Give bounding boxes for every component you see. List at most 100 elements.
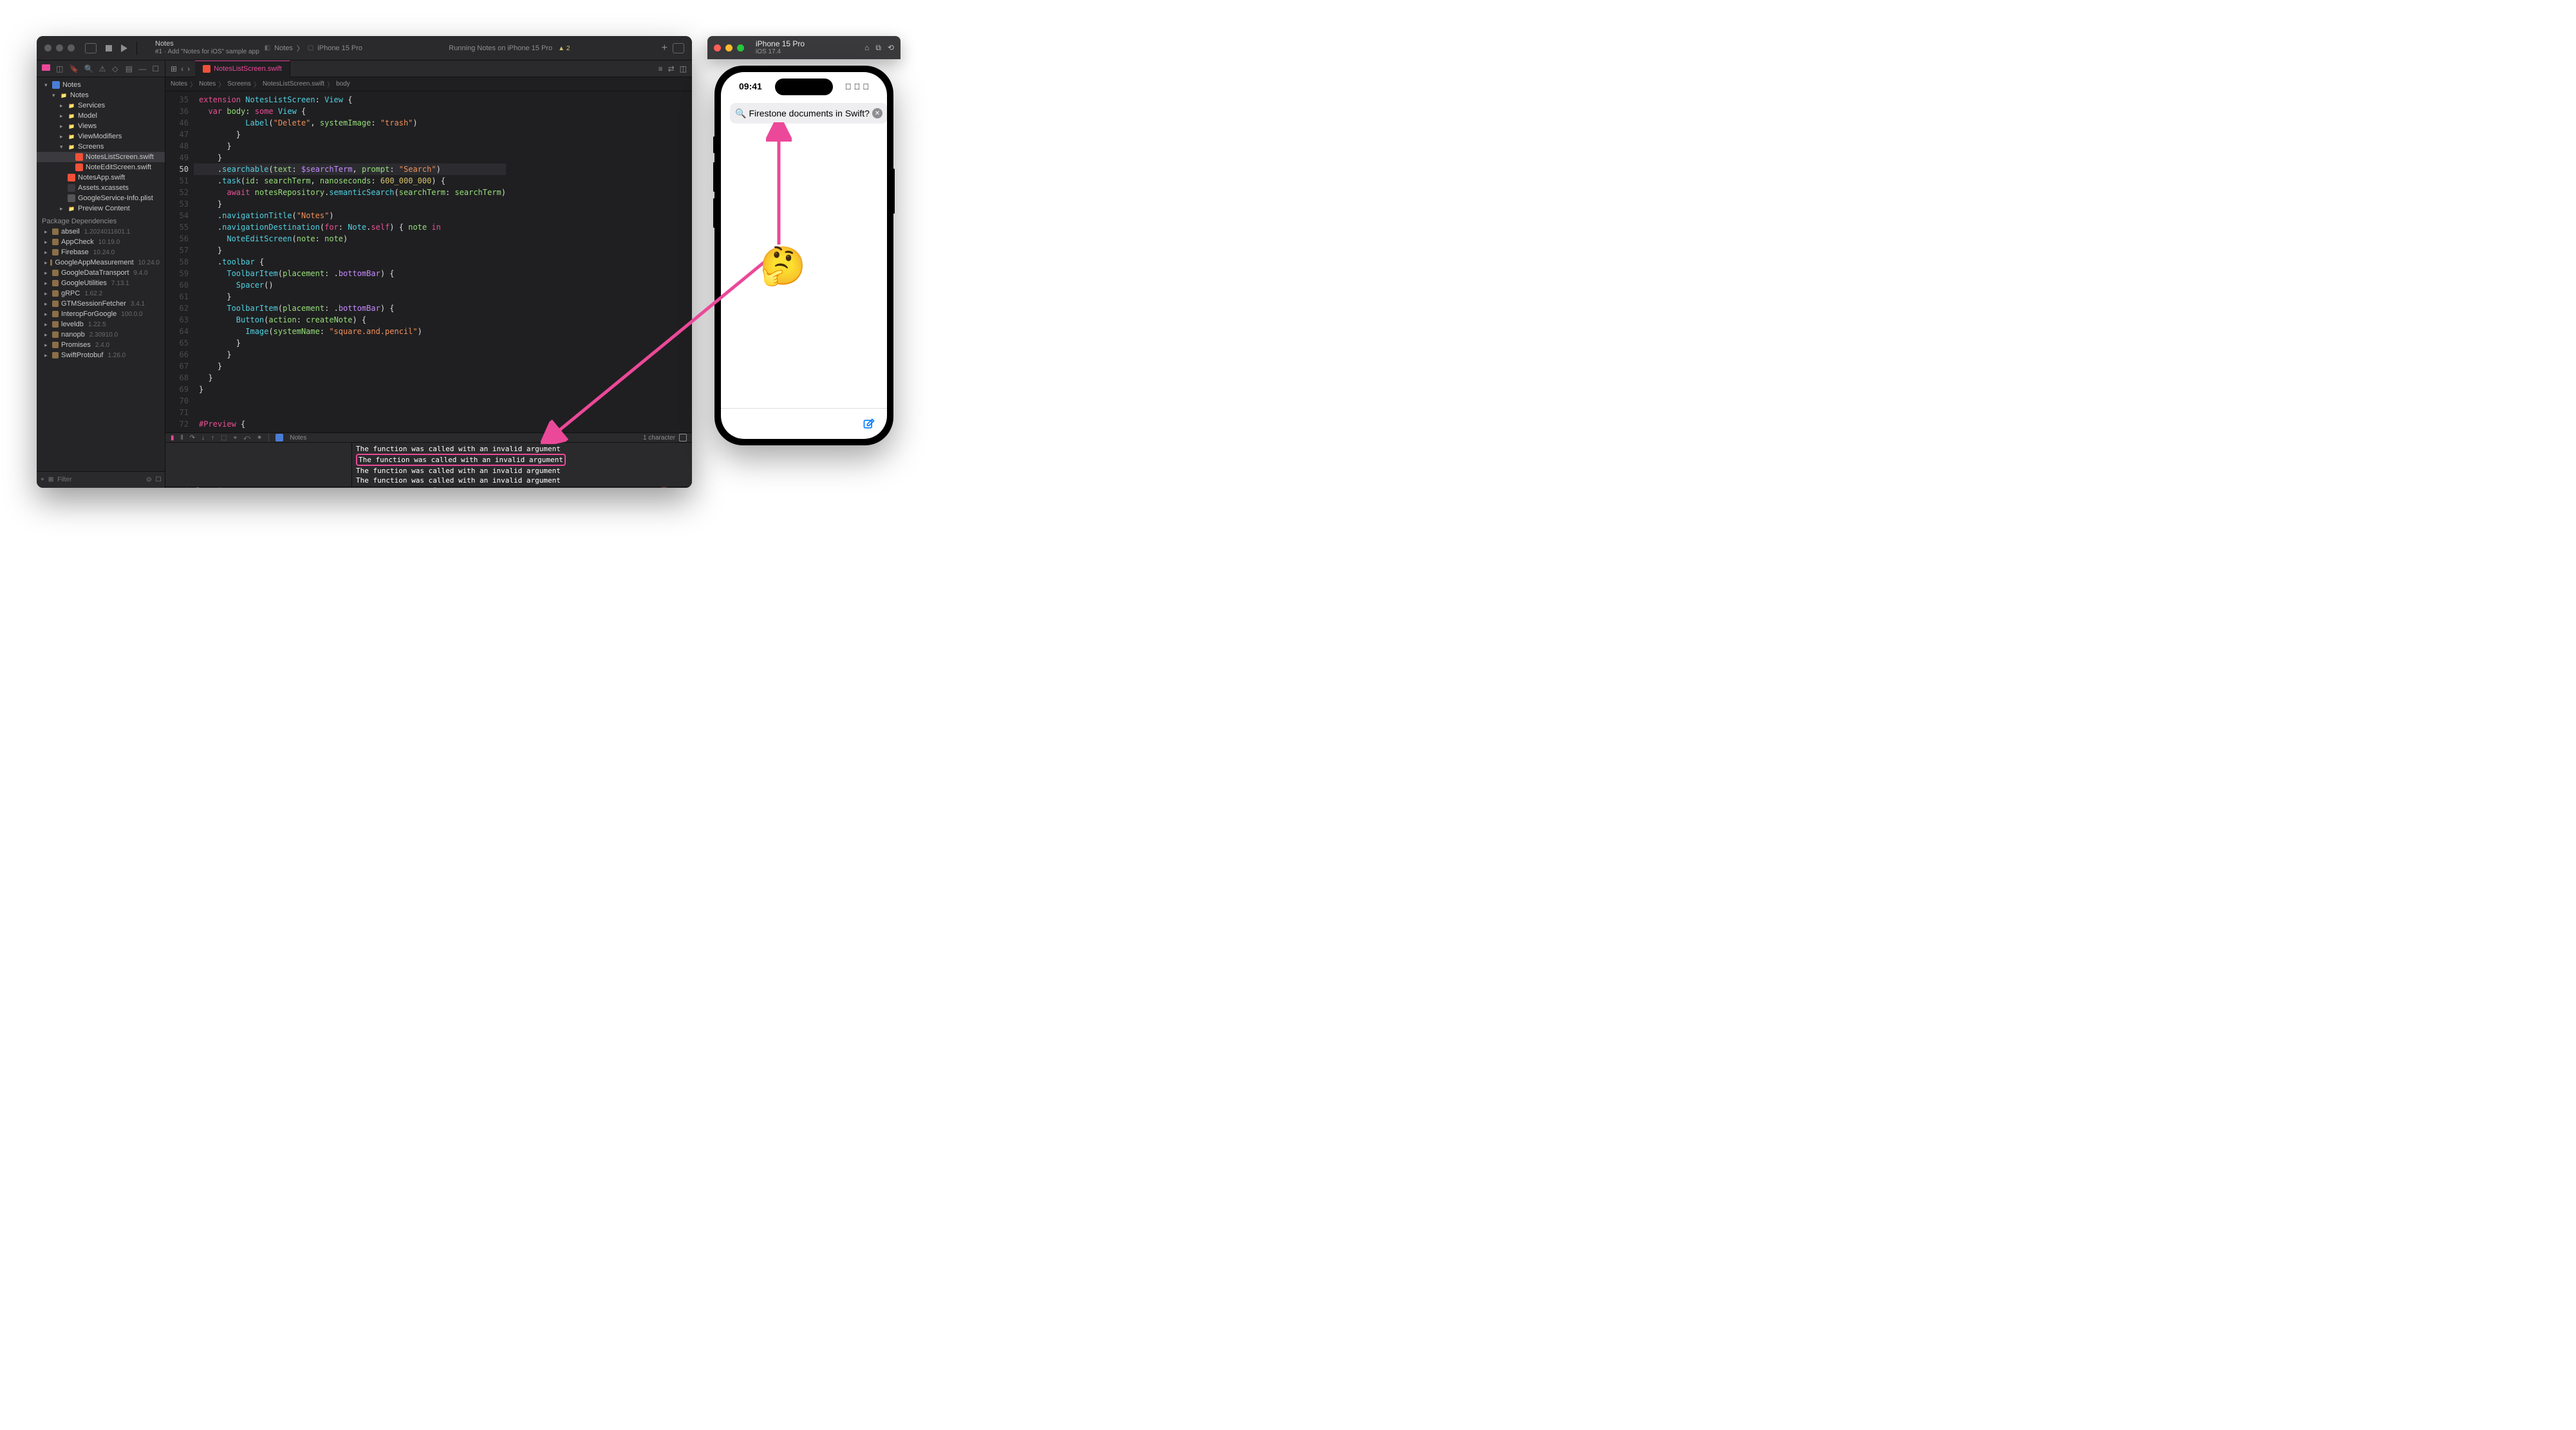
- tree-row[interactable]: ▸📁Preview Content: [37, 203, 165, 214]
- package-row[interactable]: ▸Promises2.4.0: [37, 340, 165, 350]
- console-filter[interactable]: [460, 487, 657, 488]
- console-output[interactable]: The function was called with an invalid …: [352, 443, 692, 487]
- close-icon[interactable]: [714, 44, 721, 51]
- step-into-icon[interactable]: ↓: [201, 434, 205, 441]
- search-field[interactable]: 🔍 Firestone documents in Swift? ✕: [730, 103, 887, 124]
- tree-row[interactable]: Assets.xcassets: [37, 183, 165, 193]
- view-debug-icon[interactable]: ⬚: [221, 434, 227, 441]
- jump-bar[interactable]: Notes〉Notes〉Screens〉NotesListScreen.swif…: [165, 77, 692, 91]
- tree-row[interactable]: ▸📁ViewModifiers: [37, 131, 165, 142]
- tab-menu-icon[interactable]: ⊞: [171, 64, 177, 73]
- bookmark-nav-icon[interactable]: 🔖: [70, 64, 79, 73]
- step-over-icon[interactable]: ↷: [190, 434, 195, 441]
- package-row[interactable]: ▸SwiftProtobuf1.26.0: [37, 350, 165, 360]
- variables-view[interactable]: [165, 443, 352, 487]
- navigator-tabs[interactable]: ◫ 🔖 🔍 ⚠ ◇ ▤ — ☐: [37, 60, 165, 77]
- tree-row[interactable]: GoogleService-Info.plist: [37, 193, 165, 203]
- source-control-nav-icon[interactable]: ◫: [56, 64, 64, 73]
- split-editor-icon[interactable]: ◫: [680, 64, 687, 73]
- code-body[interactable]: extension NotesListScreen: View { var bo…: [194, 91, 506, 432]
- debug-target[interactable]: Notes: [290, 434, 306, 441]
- nav-back-icon[interactable]: ‹: [181, 64, 183, 73]
- clear-icon[interactable]: ✕: [872, 108, 882, 118]
- package-row[interactable]: ▸GoogleUtilities7.13.1: [37, 278, 165, 288]
- simulate-location-icon[interactable]: ⤺: [243, 434, 250, 441]
- tree-row[interactable]: NoteEditScreen.swift: [37, 162, 165, 172]
- rotate-icon[interactable]: ⟲: [888, 43, 894, 53]
- adjust-editor-icon[interactable]: ⇄: [668, 64, 675, 73]
- breakpoint-toggle-icon[interactable]: ▮: [171, 434, 174, 441]
- editor-tab[interactable]: NotesListScreen.swift: [195, 60, 290, 77]
- tree-row[interactable]: ▾📁Screens: [37, 142, 165, 152]
- minimize-icon[interactable]: [725, 44, 733, 51]
- results-list[interactable]: [721, 129, 887, 408]
- iphone-screen[interactable]: 09:41 􀙇 􀙈 􀛨 🔍 Firestone documents in Swi…: [721, 72, 887, 439]
- issue-nav-icon[interactable]: ⚠: [99, 64, 107, 73]
- breadcrumb-item[interactable]: Notes: [171, 80, 187, 88]
- breadcrumb-item[interactable]: Notes: [199, 80, 216, 88]
- home-icon[interactable]: ⌂: [864, 43, 869, 53]
- file-tree[interactable]: ▾Notes▾📁Notes▸📁Services▸📁Model▸📁Views▸📁V…: [37, 77, 165, 471]
- run-destination[interactable]: ◧ Notes 〉 ▢ iPhone 15 Pro: [265, 43, 362, 53]
- minimize-icon[interactable]: [56, 44, 63, 51]
- package-icon: [52, 228, 59, 235]
- swift-icon: [68, 174, 75, 181]
- filter-scope-icon[interactable]: ⊙: [146, 476, 151, 483]
- tree-label: NotesListScreen.swift: [86, 153, 154, 161]
- tree-row[interactable]: NotesListScreen.swift: [37, 152, 165, 162]
- package-icon: [52, 249, 59, 255]
- environment-overrides-icon[interactable]: ✶: [257, 434, 262, 441]
- debug-nav-icon[interactable]: ▤: [126, 64, 133, 73]
- breadcrumb-item[interactable]: NotesListScreen.swift: [263, 80, 324, 88]
- tree-row[interactable]: ▸📁Services: [37, 100, 165, 111]
- screenshot-icon[interactable]: ⧉: [875, 43, 881, 53]
- zoom-icon[interactable]: [68, 44, 75, 51]
- find-nav-icon[interactable]: 🔍: [84, 64, 93, 73]
- step-out-icon[interactable]: ↑: [211, 434, 214, 441]
- zoom-icon[interactable]: [737, 44, 744, 51]
- tree-row[interactable]: ▾Notes: [37, 80, 165, 90]
- nav-forward-icon[interactable]: ›: [187, 64, 190, 73]
- package-row[interactable]: ▸GoogleDataTransport9.4.0: [37, 268, 165, 278]
- pause-icon[interactable]: ‖: [181, 434, 183, 441]
- package-row[interactable]: ▸abseil1.2024011601.1: [37, 227, 165, 237]
- project-nav-icon[interactable]: [42, 64, 50, 73]
- report-nav-icon[interactable]: ☐: [152, 64, 160, 73]
- package-row[interactable]: ▸GTMSessionFetcher3.4.1: [37, 299, 165, 309]
- tree-row[interactable]: ▾📁Notes: [37, 90, 165, 100]
- breadcrumb-item[interactable]: Screens: [227, 80, 251, 88]
- variables-filter[interactable]: [215, 487, 427, 488]
- auto-scope[interactable]: Auto ⌃: [169, 487, 190, 488]
- tree-row[interactable]: ▸📁Model: [37, 111, 165, 121]
- editor-options-icon[interactable]: ≡: [658, 64, 663, 73]
- breadcrumb-item[interactable]: body: [336, 80, 350, 88]
- navigator-filter[interactable]: [57, 476, 142, 483]
- library-icon[interactable]: [673, 43, 684, 53]
- scheme-selector[interactable]: Notes #1 · Add "Notes for iOS" sample ap…: [155, 40, 259, 56]
- memory-graph-icon[interactable]: ⌖: [234, 434, 238, 441]
- compose-icon[interactable]: [863, 418, 875, 431]
- add-file-icon[interactable]: +: [41, 476, 44, 483]
- sim-traffic-lights[interactable]: [714, 44, 744, 51]
- package-row[interactable]: ▸nanopb2.30910.0: [37, 330, 165, 340]
- clear-console-icon[interactable]: 🗑: [660, 487, 668, 488]
- test-nav-icon[interactable]: ◇: [112, 64, 120, 73]
- traffic-lights[interactable]: [44, 44, 75, 51]
- add-button[interactable]: +: [662, 42, 667, 54]
- warnings-badge[interactable]: ▲ 2: [558, 45, 570, 52]
- package-row[interactable]: ▸Firebase10.24.0: [37, 247, 165, 257]
- package-row[interactable]: ▸leveldb1.22.5: [37, 319, 165, 330]
- package-row[interactable]: ▸gRPC1.62.2: [37, 288, 165, 299]
- tree-row[interactable]: NotesApp.swift: [37, 172, 165, 183]
- package-row[interactable]: ▸GoogleAppMeasurement10.24.0: [37, 257, 165, 268]
- package-row[interactable]: ▸InteropForGoogle100.0.0: [37, 309, 165, 319]
- close-icon[interactable]: [44, 44, 51, 51]
- run-button[interactable]: [121, 44, 127, 52]
- console-toggle-icon[interactable]: [679, 434, 687, 441]
- tree-row[interactable]: ▸📁Views: [37, 121, 165, 131]
- package-row[interactable]: ▸AppCheck10.19.0: [37, 237, 165, 247]
- sidebar-toggle-icon[interactable]: [85, 43, 97, 53]
- breakpoint-nav-icon[interactable]: —: [138, 64, 146, 73]
- stop-button[interactable]: [106, 45, 112, 51]
- source-editor[interactable]: 3536464748495051525354555657585960616263…: [165, 91, 692, 432]
